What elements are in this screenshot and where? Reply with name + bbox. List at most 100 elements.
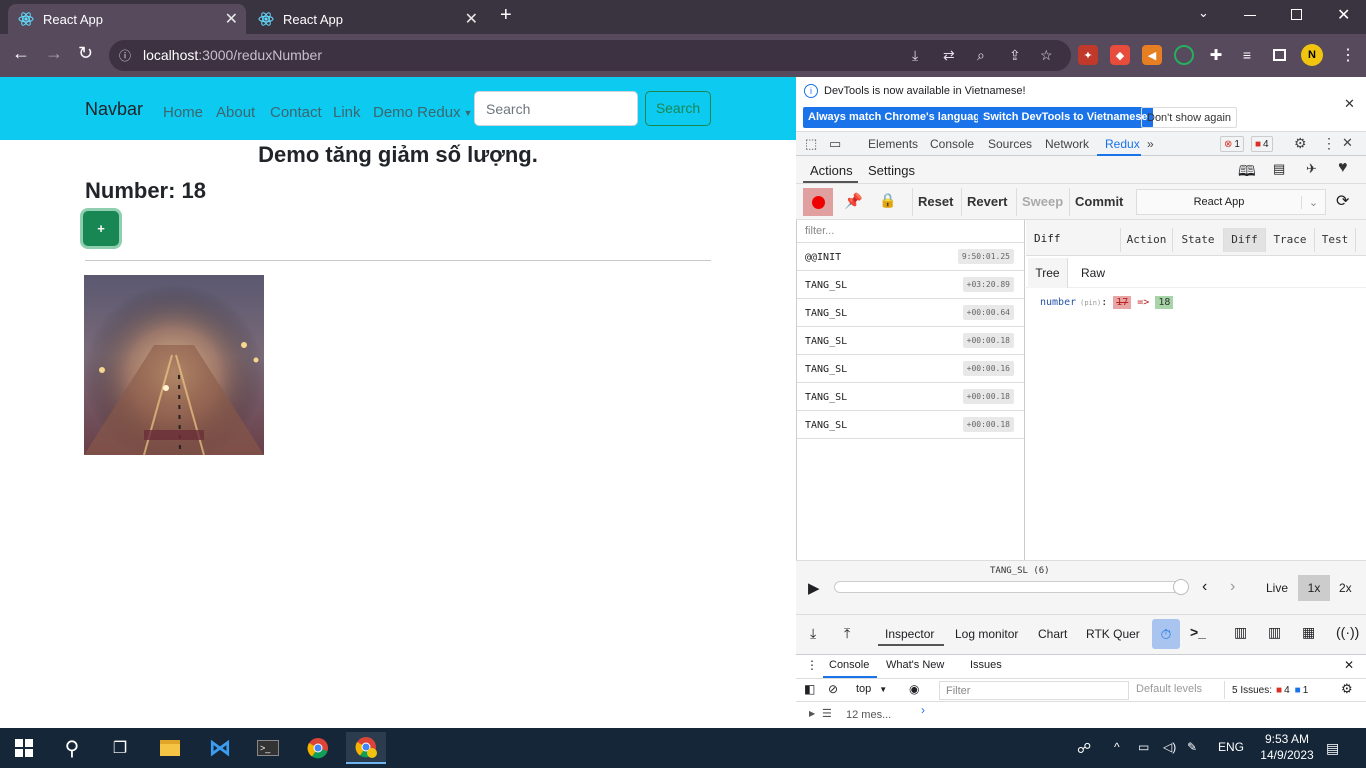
back-icon[interactable]: ←: [12, 43, 30, 64]
close-window-icon[interactable]: ✕: [1337, 5, 1350, 25]
settings-gear-icon[interactable]: ⚙: [1294, 135, 1307, 152]
diff-pin[interactable]: (pin): [1080, 299, 1101, 307]
pane-tab-state[interactable]: State: [1172, 228, 1223, 252]
install-icon[interactable]: ⤓: [912, 47, 918, 64]
message-count[interactable]: 12 mes...: [846, 709, 891, 721]
devtools-menu-icon[interactable]: ⋮: [1322, 135, 1336, 152]
terminal-app-icon[interactable]: >_: [248, 732, 288, 764]
step-back-icon[interactable]: ‹: [1202, 578, 1207, 596]
action-row[interactable]: TANG_SL +00:00.18: [797, 327, 1024, 355]
site-info-icon[interactable]: ⓘ: [119, 47, 131, 64]
record-button[interactable]: [803, 188, 833, 216]
show-hidden-icons[interactable]: ^: [1114, 740, 1120, 754]
tab-network[interactable]: Network: [1045, 137, 1089, 151]
monitor-tab-inspector[interactable]: Inspector: [885, 627, 934, 641]
windows-start-icon[interactable]: [4, 732, 44, 764]
increment-button[interactable]: +: [83, 211, 119, 246]
monitor-tab-log[interactable]: Log monitor: [955, 627, 1018, 641]
split-right-icon[interactable]: ▥: [1268, 624, 1281, 641]
notification-icon[interactable]: ▤: [1326, 740, 1339, 757]
nav-link-home[interactable]: Home: [163, 104, 203, 121]
slider-handle[interactable]: [1173, 579, 1189, 595]
extension-icon-3[interactable]: ◀: [1142, 45, 1162, 65]
sidebar-toggle-icon[interactable]: ◧: [804, 682, 815, 696]
reset-button[interactable]: Reset: [912, 188, 958, 216]
dont-show-again-button[interactable]: Don't show again: [1141, 107, 1238, 128]
context-select[interactable]: top ▼: [856, 683, 887, 695]
warning-counter[interactable]: ■ 4: [1251, 136, 1273, 152]
split-left-icon[interactable]: ▥: [1234, 624, 1247, 641]
pen-icon[interactable]: ✎: [1187, 740, 1197, 754]
step-forward-icon[interactable]: ›: [1230, 578, 1235, 596]
drawer-menu-icon[interactable]: ⋮: [806, 658, 818, 672]
close-devtools-icon[interactable]: ✕: [1342, 135, 1353, 151]
people-icon[interactable]: ☍: [1077, 740, 1091, 757]
close-tab-icon[interactable]: ✕: [465, 9, 478, 29]
view-tab-tree[interactable]: Tree: [1028, 258, 1068, 288]
slider-track[interactable]: [834, 581, 1188, 593]
lock-icon[interactable]: 🔒: [879, 192, 896, 209]
bookmark-star-icon[interactable]: ☆: [1040, 47, 1053, 64]
instance-select[interactable]: React App ⌄: [1136, 189, 1326, 215]
extensions-puzzle-icon[interactable]: ✚: [1206, 45, 1226, 65]
inspect-element-icon[interactable]: ⬚: [805, 136, 817, 152]
extension-icon-4[interactable]: [1174, 45, 1194, 65]
tab-search-icon[interactable]: ⌄: [1198, 5, 1209, 21]
tab-actions[interactable]: Actions: [810, 163, 853, 178]
sweep-button[interactable]: Sweep: [1016, 188, 1068, 216]
close-drawer-icon[interactable]: ✕: [1344, 658, 1354, 672]
play-icon[interactable]: ▶: [808, 579, 820, 597]
eye-icon[interactable]: ◉: [909, 682, 919, 696]
nav-link-link[interactable]: Link: [333, 104, 361, 121]
view-tab-raw[interactable]: Raw: [1078, 258, 1108, 288]
tab-react-app-1[interactable]: React App ✕: [8, 4, 246, 34]
monitor-tab-rtk-query[interactable]: RTK Quer: [1086, 627, 1140, 641]
tab-redux[interactable]: Redux: [1105, 137, 1140, 151]
translate-icon[interactable]: ⇄: [943, 47, 955, 64]
twitter-icon[interactable]: ✈: [1306, 161, 1317, 177]
nav-link-about[interactable]: About: [216, 104, 255, 121]
nav-dropdown-demo-redux[interactable]: Demo Redux ▼: [373, 104, 472, 121]
minimize-icon[interactable]: [1244, 15, 1256, 16]
tab-elements[interactable]: Elements: [868, 137, 918, 151]
share-icon[interactable]: ⇪: [1009, 47, 1021, 64]
side-panel-icon[interactable]: [1269, 45, 1289, 65]
revert-button[interactable]: Revert: [961, 188, 1012, 216]
vscode-icon[interactable]: ⋈: [200, 732, 240, 764]
drawer-tab-whats-new[interactable]: What's New: [886, 659, 944, 671]
tab-react-app-2[interactable]: React App ✕: [248, 4, 486, 34]
url-text[interactable]: localhost:3000/reduxNumber: [143, 47, 322, 63]
nav-link-contact[interactable]: Contact: [270, 104, 322, 121]
menu-kebab-icon[interactable]: ⋮: [1338, 45, 1358, 65]
action-filter-input[interactable]: filter...: [797, 220, 1024, 243]
pane-tab-action[interactable]: Action: [1120, 228, 1172, 252]
zoom-icon[interactable]: ⌕: [977, 47, 985, 64]
more-tabs-icon[interactable]: »: [1147, 137, 1154, 151]
action-row[interactable]: TANG_SL +03:20.89: [797, 271, 1024, 299]
forward-icon[interactable]: →: [45, 43, 63, 64]
action-row[interactable]: TANG_SL +00:00.18: [797, 411, 1024, 439]
console-filter-input[interactable]: Filter: [939, 681, 1129, 700]
switch-to-vietnamese-button[interactable]: Switch DevTools to Vietnamese: [978, 107, 1153, 128]
search-button[interactable]: Search: [645, 91, 711, 126]
navbar-brand[interactable]: Navbar: [85, 99, 143, 120]
tab-sources[interactable]: Sources: [988, 137, 1032, 151]
close-tab-icon[interactable]: ✕: [225, 9, 238, 29]
live-button[interactable]: Live: [1266, 581, 1288, 595]
sync-icon[interactable]: ⟳: [1336, 191, 1349, 211]
pane-tab-trace[interactable]: Trace: [1265, 228, 1314, 252]
address-bar[interactable]: ⓘ localhost:3000/reduxNumber ⤓ ⇄ ⌕ ⇪ ☆: [109, 40, 1071, 71]
tab-console[interactable]: Console: [930, 137, 974, 151]
volume-icon[interactable]: ◁): [1163, 740, 1176, 754]
pane-tab-test[interactable]: Test: [1314, 228, 1356, 252]
terminal-icon[interactable]: >_: [1190, 624, 1206, 640]
remote-icon[interactable]: ((·)): [1336, 624, 1359, 640]
device-toolbar-icon[interactable]: ▭: [829, 136, 841, 152]
pane-tab-diff[interactable]: Diff: [1223, 228, 1265, 252]
search-icon[interactable]: ⚲: [52, 732, 92, 764]
error-counter[interactable]: ⊗ 1: [1220, 136, 1244, 152]
monitor-tab-chart[interactable]: Chart: [1038, 627, 1067, 641]
reload-icon[interactable]: ↻: [78, 43, 93, 64]
clear-console-icon[interactable]: ⊘: [828, 682, 838, 696]
pin-icon[interactable]: 📌: [844, 192, 863, 210]
